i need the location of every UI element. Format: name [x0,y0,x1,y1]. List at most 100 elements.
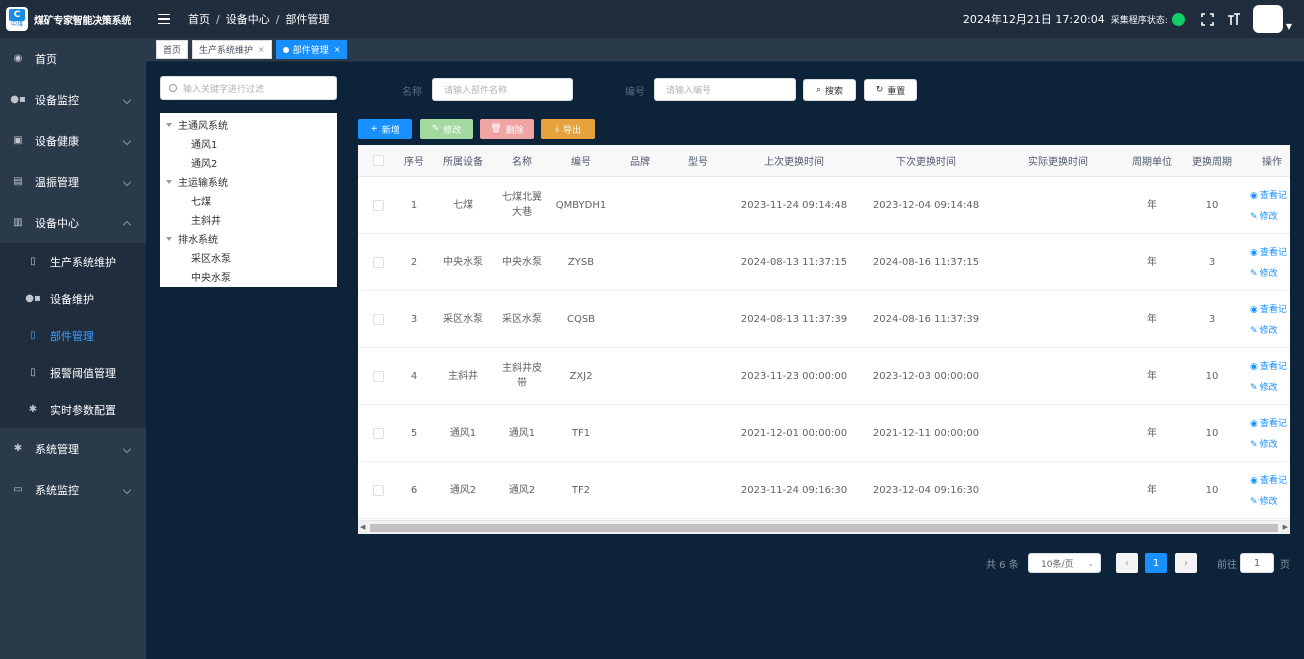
edit-button[interactable]: ✎ 修改 [420,119,473,139]
tree-node[interactable]: 主通风系统 [160,115,337,134]
chevron-down-icon [122,95,132,104]
sidebar-item-home[interactable]: ◉ 首页 [0,38,146,79]
table-cell-last: 2023-11-24 09:16:30 [740,484,848,496]
table-row[interactable]: 6 通风2 通风2 TF2 2023-11-24 09:16:30 2023-12-04 … [358,462,1290,519]
close-icon[interactable]: × [334,45,341,54]
table-cell-actual [992,405,1124,461]
dashboard-icon: ◉ [13,53,23,64]
code-input[interactable]: 请输入编号 [654,78,796,101]
chevron-down-icon [122,444,132,453]
chevron-down-icon[interactable]: ▼ [1286,22,1292,31]
sidebar-item-parts-management[interactable]: ▯ 部件管理 [0,317,146,354]
datetime: 2024年12月21日 17:20:04 [962,13,1105,26]
sidebar-item-system-monitor[interactable]: ▭ 系统监控 [0,469,146,510]
row-checkbox[interactable] [372,199,384,211]
col-header: 操作 [1262,157,1282,168]
row-edit-link[interactable]: ✎ 修改 [1250,266,1287,279]
row-edit-link[interactable]: ✎ 修改 [1250,209,1287,222]
delete-button[interactable]: 🗑 删除 [480,119,534,139]
table-row[interactable]: 5 通风1 通风1 TF1 2021-12-01 00:00:00 2021-12-11 … [358,405,1290,462]
row-edit-link[interactable]: ✎ 修改 [1250,323,1287,336]
view-record-link[interactable]: ◉ 查看记 [1250,473,1287,486]
main-content: 输入关键字进行过滤 主通风系统 通风1 通风2 主运输系统 七煤 主斜井 排水系… [146,62,1304,659]
tree-node[interactable]: 中央水泵 [160,267,337,286]
font-size-icon[interactable] [1227,12,1241,26]
next-page-button[interactable]: › [1175,553,1197,573]
select-all-checkbox[interactable] [372,155,384,166]
page-number-current[interactable]: 1 [1145,553,1167,573]
scrollbar-thumb[interactable] [370,524,1278,532]
table-cell-code: ZYSB [567,256,595,268]
breadcrumb-home[interactable]: 首页 [188,11,210,27]
add-button[interactable]: + 新增 [358,119,412,139]
table-cell-actual [992,177,1124,233]
row-checkbox[interactable] [372,313,384,325]
tag-home[interactable]: 首页 [156,40,189,59]
tree-filter-input[interactable]: 输入关键字进行过滤 [160,76,337,100]
table-row[interactable]: 3 采区水泵 采区水泵 CQSB 2024-08-13 11:37:39 2024-08-… [358,291,1290,348]
search-button[interactable]: ⌕ 搜索 [803,79,856,101]
table-cell-name: 通风1 [508,427,536,439]
tree-node[interactable]: 主运输系统 [160,172,337,191]
table-row[interactable]: 1 七煤 七煤北翼大巷 QMBYDH1 2023-11-24 09:14:48 2023-… [358,177,1290,234]
tree-node[interactable]: 七煤 [160,191,337,210]
page-size-select[interactable]: 10条/页 ⌄ [1028,553,1101,573]
view-record-link[interactable]: ◉ 查看记 [1250,359,1287,372]
breadcrumb-equipment-center[interactable]: 设备中心 [226,11,270,27]
sidebar-item-production-maintenance[interactable]: ▯ 生产系统维护 [0,243,146,280]
view-record-link[interactable]: ◉ 查看记 [1250,245,1287,258]
export-button[interactable]: ⤓ 导出 [541,119,595,139]
table-cell-last: 2023-11-23 00:00:00 [740,370,848,382]
prev-page-button[interactable]: ‹ [1116,553,1138,573]
close-icon[interactable]: × [258,45,265,54]
table-cell-brand [616,462,664,518]
table-cell-model [674,462,722,518]
tree-node[interactable]: 排水系统 [160,229,337,248]
tree-node[interactable]: 通风1 [160,134,337,153]
row-checkbox[interactable] [372,370,384,382]
fullscreen-icon[interactable] [1201,12,1215,26]
row-checkbox[interactable] [372,427,384,439]
tags-view: 首页 生产系统维护 × 部件管理 × [146,38,1304,62]
sidebar-item-equipment-center[interactable]: ▥ 设备中心 [0,202,146,243]
caret-down-icon [166,236,172,241]
name-input[interactable]: 请输入部件名称 [432,78,573,101]
view-record-link[interactable]: ◉ 查看记 [1250,188,1287,201]
goto-page-input[interactable]: 1 [1240,553,1274,573]
row-edit-link[interactable]: ✎ 修改 [1250,494,1287,507]
view-record-link[interactable]: ◉ 查看记 [1250,416,1287,429]
eye-icon: ◉ [1250,248,1258,258]
row-edit-link[interactable]: ✎ 修改 [1250,437,1287,450]
sidebar-item-device-maintenance[interactable]: ●▪ 设备维护 [0,280,146,317]
row-checkbox[interactable] [372,484,384,496]
table-cell-actual [992,462,1124,518]
avatar[interactable] [1252,5,1283,33]
table-cell-next: 2024-08-16 11:37:15 [872,256,980,268]
page-suffix: 页 [1280,559,1290,571]
sidebar-item-realtime-params[interactable]: ✱ 实时参数配置 [0,391,146,428]
tree-node[interactable]: 主斜井 [160,210,337,229]
col-header: 序号 [404,157,424,168]
table-cell-next: 2023-12-03 00:00:00 [872,370,980,382]
row-edit-link[interactable]: ✎ 修改 [1250,380,1287,393]
sidebar-item-device-monitor[interactable]: ●▪ 设备监控 [0,79,146,120]
row-checkbox[interactable] [372,256,384,268]
tree-node[interactable]: 采区水泵 [160,248,337,267]
hamburger-icon[interactable] [158,13,178,25]
table-cell-period: 3 [1208,256,1216,268]
tag-parts-management[interactable]: 部件管理 × [275,40,348,59]
sidebar-item-temp-vibration[interactable]: ▤ 温振管理 [0,161,146,202]
breadcrumb-current: 部件管理 [285,13,330,26]
tag-production-maintenance[interactable]: 生产系统维护 × [192,40,272,59]
screen-icon: ▭ [13,484,23,495]
horizontal-scrollbar[interactable]: ◀ ▶ [358,520,1290,534]
view-record-link[interactable]: ◉ 查看记 [1250,302,1287,315]
row-operations: ◉ 查看记 ✎ 修改 [1250,405,1287,461]
tree-node[interactable]: 通风2 [160,153,337,172]
sidebar-item-system-management[interactable]: ✱ 系统管理 [0,428,146,469]
sidebar-item-alarm-threshold[interactable]: ▯ 报警阈值管理 [0,354,146,391]
sidebar-item-device-health[interactable]: ▣ 设备健康 [0,120,146,161]
table-row[interactable]: 4 主斜井 主斜井皮带 ZXJ2 2023-11-23 00:00:00 2023-12-… [358,348,1290,405]
reset-button[interactable]: ↻ 重置 [864,79,917,101]
table-row[interactable]: 2 中央水泵 中央水泵 ZYSB 2024-08-13 11:37:15 2024-08-… [358,234,1290,291]
